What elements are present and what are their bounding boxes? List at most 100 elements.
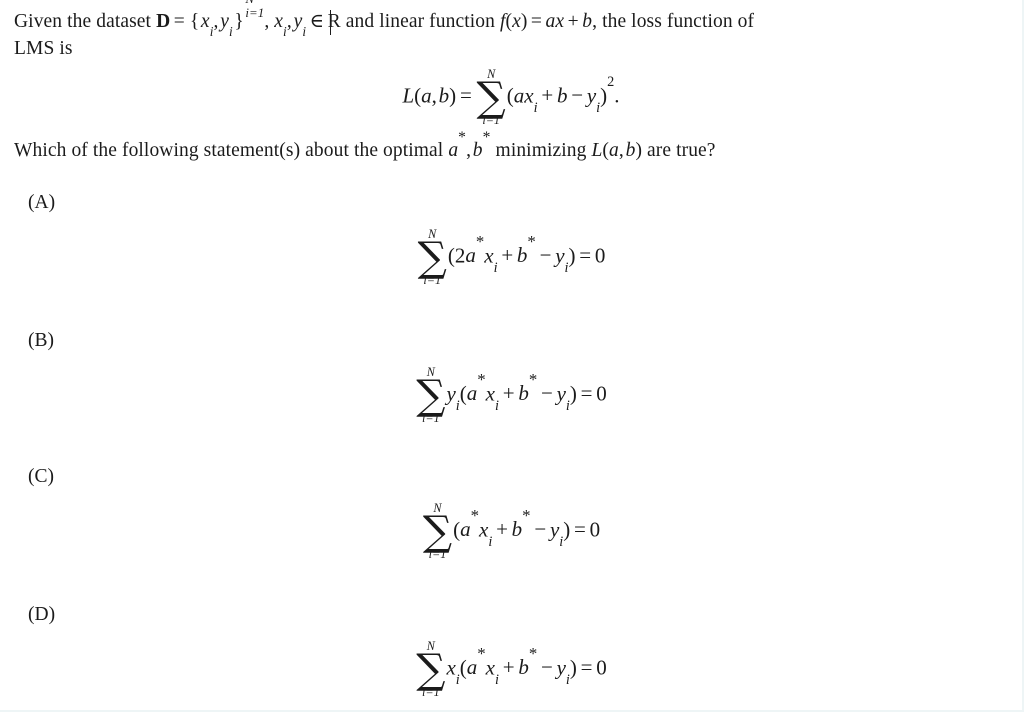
brace-open: { — [189, 11, 200, 33]
intro-lead: Given the dataset — [14, 11, 152, 33]
function-arg: x — [512, 11, 521, 33]
choice-d-equation: N ∑ i=1 xi(a*xi+ b*− yi) = 0 — [416, 639, 607, 700]
equals-sign-2: = — [530, 11, 543, 33]
comma-2: , — [264, 11, 270, 33]
question-middle: minimizing — [495, 140, 587, 161]
sigma-glyph: ∑ — [476, 73, 506, 122]
x-index: i — [209, 23, 214, 39]
sigma-glyph-b: ∑ — [416, 371, 446, 420]
loss-minus: − — [571, 83, 584, 108]
choice-b-x: x — [485, 381, 495, 406]
plus-sign: + — [567, 11, 579, 33]
set-lower-limit: i=1 — [245, 5, 265, 20]
choice-a-b: b* — [516, 232, 536, 268]
choice-d-b: b* — [518, 644, 538, 680]
brace-close: } — [234, 11, 244, 33]
question-prefix: Which of the following statement(s) abou… — [14, 140, 444, 161]
x-index-2: i — [283, 23, 287, 39]
intro-tail-text: , the loss function of — [592, 11, 755, 33]
choice-a-x: x — [484, 243, 494, 268]
slope-a: a — [545, 11, 556, 33]
choice-c-a: a* — [460, 506, 479, 542]
choice-c-y-index: i — [559, 533, 564, 550]
choice-a-x-index: i — [493, 259, 498, 276]
choice-d-result: 0 — [596, 655, 607, 680]
loss-function-equation: L(a, b) = N ∑ i=1 (axi+ b − yi)2. — [402, 67, 620, 128]
choice-b-x-index: i — [494, 397, 499, 414]
choice-a-y-index: i — [564, 259, 569, 276]
sum-operator-c: N ∑ i=1 — [423, 502, 452, 561]
y-index: i — [228, 23, 233, 39]
sum-operator-a: N ∑ i=1 — [418, 228, 447, 287]
choice-b-y-index: i — [565, 397, 570, 414]
set-limits: Ni=1 — [245, 0, 265, 32]
x-term: x — [555, 11, 565, 33]
choice-c-equation: N ∑ i=1 (a*xi+ b*− yi) = 0 — [422, 501, 601, 562]
element-of-symbol: ∈ — [309, 11, 325, 33]
intro-second-line: LMS is — [14, 38, 73, 60]
choice-c-x-index: i — [488, 533, 493, 550]
real-numbers-symbol: R — [328, 8, 341, 35]
a-star-symbol: a* — [448, 128, 467, 161]
choice-c-minus: − — [534, 517, 547, 542]
choice-b-plus: + — [502, 381, 515, 406]
loss-period: . — [614, 83, 620, 108]
choice-b-result: 0 — [596, 381, 607, 406]
comma-3: , — [286, 11, 292, 33]
loss-b: b — [556, 83, 568, 108]
question-loss-symbol: L(a, b) — [591, 140, 643, 161]
equals-sign: = — [173, 11, 185, 33]
choice-b-minus: − — [540, 381, 553, 406]
sigma-glyph-a: ∑ — [417, 233, 447, 282]
comma-1: , — [213, 11, 219, 33]
choice-b-factor-index: i — [455, 397, 460, 414]
set-upper-limit: N — [245, 0, 264, 6]
choice-c-y: y — [549, 517, 560, 542]
x-variable-2: x — [274, 11, 284, 33]
choice-c-x: x — [479, 517, 489, 542]
choice-c-b: b* — [511, 506, 531, 542]
intercept-b: b — [582, 11, 593, 33]
choice-d-x: x — [485, 655, 495, 680]
choice-d-label: (D) — [28, 604, 56, 625]
choice-d-a: a* — [466, 644, 486, 680]
sum-operator-b: N ∑ i=1 — [416, 366, 445, 425]
choice-a-minus: − — [539, 243, 552, 268]
choice-d-factor-index: i — [455, 671, 460, 688]
choice-a-a: a* — [465, 232, 485, 268]
document-page: Given the dataset D={xi, yi}Ni=1, xi, yi… — [0, 0, 1024, 712]
choice-a-plus: + — [501, 243, 514, 268]
choice-c-label: (C) — [28, 466, 54, 487]
loss-symbol-L: L — [402, 83, 415, 108]
choice-b-equation: N ∑ i=1 yi(a*xi+ b*− yi) = 0 — [416, 365, 607, 426]
loss-plus: + — [541, 83, 554, 108]
loss-power: 2 — [607, 73, 615, 90]
choice-b-y: y — [556, 381, 566, 406]
loss-equals: = — [459, 83, 472, 108]
loss-y-index: i — [596, 99, 601, 116]
choice-c-result: 0 — [589, 517, 601, 542]
choice-c-equals: = — [574, 517, 586, 542]
y-variable-2: y — [293, 11, 303, 33]
b-star-symbol: b* — [472, 128, 491, 161]
question-paragraph: Which of the following statement(s) abou… — [14, 128, 716, 161]
choice-d-x-index: i — [494, 671, 499, 688]
loss-x-index: i — [533, 99, 538, 116]
sum-operator-d: N ∑ i=1 — [416, 640, 445, 699]
x-variable: x — [200, 11, 210, 33]
y-variable: y — [220, 11, 229, 33]
choice-d-factor: x — [446, 655, 456, 680]
choice-b-a: a* — [466, 370, 486, 406]
loss-y: y — [586, 83, 597, 108]
sigma-glyph-c: ∑ — [422, 507, 453, 556]
choice-d-y: y — [556, 655, 566, 680]
question-suffix: are true? — [647, 140, 716, 161]
choice-a-result: 0 — [594, 243, 606, 268]
choice-d-minus: − — [540, 655, 553, 680]
choice-b-b: b* — [518, 370, 538, 406]
sigma-glyph-d: ∑ — [416, 645, 446, 694]
choice-c-plus: + — [496, 517, 508, 542]
choice-a-label: (A) — [28, 192, 56, 213]
choice-d-plus: + — [502, 655, 515, 680]
choice-a-equation: N ∑ i=1 (2a*xi+ b*− yi) = 0 — [417, 227, 606, 288]
